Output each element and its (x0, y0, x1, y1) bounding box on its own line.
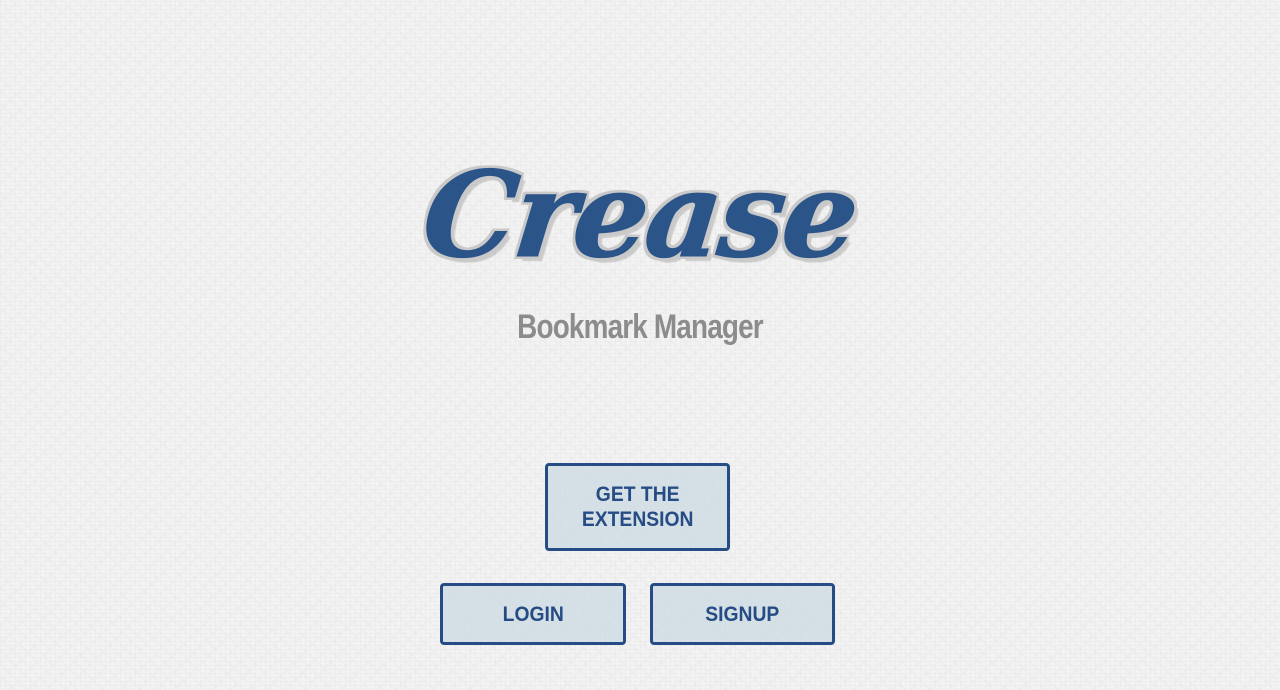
app-subtitle: Bookmark Manager (517, 308, 763, 346)
login-button[interactable]: LOGIN (440, 583, 626, 645)
logo-area: Crease (0, 140, 1280, 290)
login-label: LOGIN (502, 602, 564, 626)
signup-label: SIGNUP (705, 602, 780, 626)
signup-button[interactable]: SIGNUP (650, 583, 835, 645)
get-extension-button[interactable]: GET THE EXTENSION (545, 463, 730, 551)
crease-logo: Crease (417, 145, 864, 285)
get-extension-label: GET THE EXTENSION (581, 483, 694, 531)
